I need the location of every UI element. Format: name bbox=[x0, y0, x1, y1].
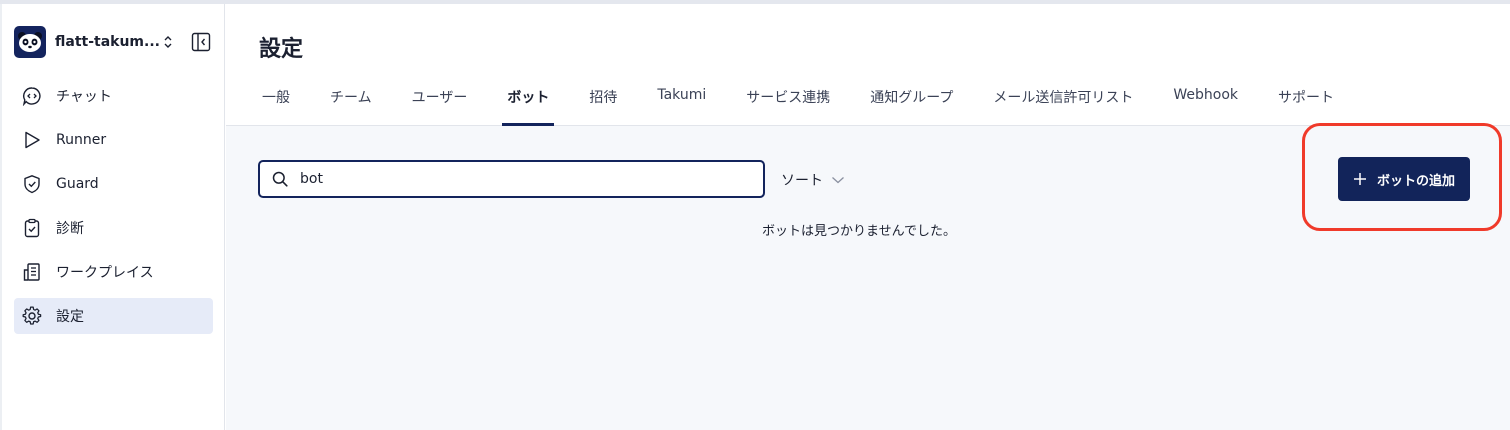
workspace-switcher[interactable]: flatt-takum... bbox=[14, 26, 211, 58]
page-title: 設定 bbox=[259, 37, 304, 62]
tab-integrations[interactable]: サービス連携 bbox=[746, 75, 830, 125]
chevron-down-icon bbox=[831, 175, 845, 185]
tab-team[interactable]: チーム bbox=[330, 75, 372, 125]
sidebar-item-diagnosis[interactable]: 診断 bbox=[14, 210, 213, 246]
sort-dropdown[interactable]: ソート bbox=[781, 170, 845, 190]
sidebar-item-runner[interactable]: Runner bbox=[14, 122, 213, 158]
sidebar-item-label: ワークプレイス bbox=[56, 265, 154, 281]
tab-notification-groups[interactable]: 通知グループ bbox=[870, 75, 953, 125]
tab-email-allowlist[interactable]: メール送信許可リスト bbox=[993, 75, 1133, 125]
tab-bots[interactable]: ボット bbox=[502, 75, 555, 126]
search-icon bbox=[272, 171, 288, 187]
tab-takumi[interactable]: Takumi bbox=[657, 75, 706, 125]
main-area: 設定 一般 チーム ユーザー ボット 招待 Takumi サービス連携 通知グル… bbox=[226, 4, 1510, 430]
sidebar: flatt-takum... チャット Runner Guard 診断 ワークプ… bbox=[0, 4, 225, 430]
sidebar-item-label: チャット bbox=[56, 89, 112, 105]
tab-users[interactable]: ユーザー bbox=[412, 75, 468, 125]
sidebar-collapse-icon[interactable] bbox=[191, 32, 211, 52]
page-header: 設定 一般 チーム ユーザー ボット 招待 Takumi サービス連携 通知グル… bbox=[226, 4, 1510, 126]
plus-icon bbox=[1353, 172, 1367, 186]
sidebar-item-chat[interactable]: チャット bbox=[14, 78, 213, 114]
sidebar-item-guard[interactable]: Guard bbox=[14, 166, 213, 202]
bots-content: ソート ボットは見つかりませんでした。 ボットの追加 bbox=[226, 123, 1510, 430]
bot-search-box[interactable] bbox=[258, 160, 765, 198]
clipboard-check-icon bbox=[22, 218, 42, 238]
sidebar-item-label: Runner bbox=[56, 132, 107, 148]
add-bot-label: ボットの追加 bbox=[1376, 173, 1455, 189]
workspace-name: flatt-takum... bbox=[55, 34, 160, 50]
sidebar-edge bbox=[0, 4, 2, 430]
play-icon bbox=[22, 130, 42, 150]
add-bot-button[interactable]: ボットの追加 bbox=[1338, 157, 1470, 201]
tab-webhook[interactable]: Webhook bbox=[1173, 75, 1238, 125]
chevron-up-down-icon bbox=[163, 34, 175, 50]
sidebar-item-workplace[interactable]: ワークプレイス bbox=[14, 254, 213, 290]
settings-tabs: 一般 チーム ユーザー ボット 招待 Takumi サービス連携 通知グループ … bbox=[262, 75, 1374, 126]
sort-label: ソート bbox=[781, 173, 823, 189]
sidebar-item-label: Guard bbox=[56, 176, 99, 192]
building-icon bbox=[22, 262, 42, 282]
shield-icon bbox=[22, 174, 42, 194]
sidebar-item-label: 設定 bbox=[56, 309, 84, 325]
sidebar-nav: チャット Runner Guard 診断 ワークプレイス 設定 bbox=[14, 78, 213, 342]
tab-invitations[interactable]: 招待 bbox=[589, 75, 617, 125]
sidebar-item-settings[interactable]: 設定 bbox=[14, 298, 213, 334]
empty-state-text: ボットは見つかりませんでした。 bbox=[762, 224, 956, 239]
search-input[interactable] bbox=[298, 170, 742, 188]
tab-support[interactable]: サポート bbox=[1278, 75, 1334, 125]
tab-general[interactable]: 一般 bbox=[262, 75, 290, 125]
panda-avatar-icon bbox=[14, 26, 46, 58]
gear-icon bbox=[22, 306, 42, 326]
chat-icon bbox=[22, 86, 42, 106]
sidebar-item-label: 診断 bbox=[56, 221, 84, 237]
